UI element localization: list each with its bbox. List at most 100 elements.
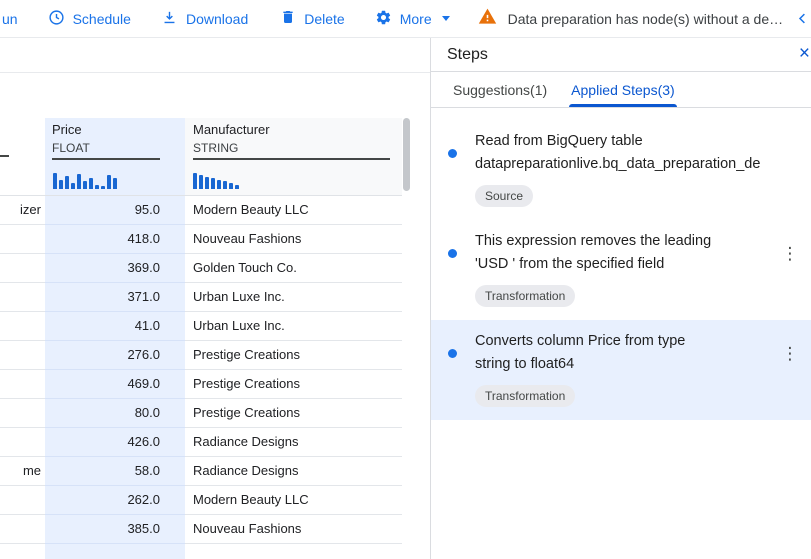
close-icon[interactable]: × xyxy=(799,43,810,65)
table-cell-price[interactable]: 426.0 xyxy=(45,428,185,457)
header-underline xyxy=(0,155,9,157)
price-header-text: Price FLOAT xyxy=(52,122,160,160)
column-type: STRING xyxy=(193,141,390,155)
table-cell-fragment[interactable] xyxy=(0,486,45,515)
step-item[interactable]: Converts column Price from type string t… xyxy=(431,320,811,420)
column-name: Manufacturer xyxy=(193,122,390,138)
warning-banner: Data preparation has node(s) without a d… xyxy=(478,7,795,31)
step-node-icon xyxy=(448,349,457,358)
trash-icon xyxy=(280,9,296,28)
table-cell-fragment[interactable]: izer xyxy=(0,196,45,225)
download-icon xyxy=(161,9,178,29)
table-cell-price[interactable]: 41.0 xyxy=(45,312,185,341)
table-cell-fragment[interactable] xyxy=(0,515,45,544)
table-cell-fragment[interactable]: me xyxy=(0,457,45,486)
data-preview-table: izer me Price FLOAT 95.0418.0369.0371.041… xyxy=(0,118,430,559)
table-cell-fragment[interactable] xyxy=(0,428,45,457)
manufacturer-column-cells: Modern Beauty LLCNouveau FashionsGolden … xyxy=(185,196,402,544)
table-cell-manufacturer[interactable]: Modern Beauty LLC xyxy=(185,196,402,225)
download-button-label: Download xyxy=(186,11,248,27)
table-cell-price[interactable]: 385.0 xyxy=(45,515,185,544)
table-cell-price[interactable]: 80.0 xyxy=(45,399,185,428)
table-column-manufacturer: Manufacturer STRING Modern Beauty LLCNou… xyxy=(185,118,402,559)
step-description-line1: Read from BigQuery table xyxy=(475,130,767,153)
schedule-button[interactable]: Schedule xyxy=(48,9,131,29)
histogram-bar xyxy=(71,183,75,189)
table-cell-fragment[interactable] xyxy=(0,225,45,254)
histogram-bar xyxy=(113,178,117,189)
table-cell-manufacturer[interactable]: Golden Touch Co. xyxy=(185,254,402,283)
manufacturer-histogram xyxy=(193,171,239,189)
steps-list: Read from BigQuery table datapreparation… xyxy=(431,108,811,420)
table-cell-fragment[interactable] xyxy=(0,312,45,341)
table-cell-fragment[interactable] xyxy=(0,370,45,399)
histogram-bar xyxy=(65,176,69,189)
step-description-line1: Converts column Price from type xyxy=(475,330,767,353)
partial-column-header xyxy=(0,118,45,196)
histogram-bar xyxy=(89,178,93,189)
vertical-scrollbar[interactable] xyxy=(403,118,410,191)
partial-column-cells: izer me xyxy=(0,196,45,544)
step-item[interactable]: This expression removes the leading 'USD… xyxy=(431,220,811,320)
download-button[interactable]: Download xyxy=(161,9,248,29)
run-button[interactable]: un xyxy=(2,11,18,27)
run-button-label: un xyxy=(2,11,18,27)
manufacturer-column-header[interactable]: Manufacturer STRING xyxy=(185,118,402,196)
more-options-icon[interactable]: ⋮ xyxy=(777,241,803,267)
table-cell-manufacturer[interactable]: Prestige Creations xyxy=(185,399,402,428)
tab-applied-steps[interactable]: Applied Steps(3) xyxy=(559,72,687,107)
table-cell-manufacturer[interactable]: Modern Beauty LLC xyxy=(185,486,402,515)
table-cell-manufacturer[interactable]: Urban Luxe Inc. xyxy=(185,312,402,341)
bigquery-data-preparation-window: un Schedule Download Delete More xyxy=(0,0,811,559)
table-cell-price[interactable]: 95.0 xyxy=(45,196,185,225)
column-type: FLOAT xyxy=(52,141,160,155)
table-cell-manufacturer[interactable]: Radiance Designs xyxy=(185,457,402,486)
table-cell-price[interactable]: 469.0 xyxy=(45,370,185,399)
divider xyxy=(0,72,430,73)
chevron-left-icon[interactable] xyxy=(795,11,810,26)
warning-message: Data preparation has node(s) without a d… xyxy=(508,11,784,27)
clock-icon xyxy=(48,9,65,29)
table-cell-price[interactable]: 371.0 xyxy=(45,283,185,312)
histogram-bar xyxy=(59,180,63,189)
table-cell-fragment[interactable] xyxy=(0,254,45,283)
table-cell-price[interactable]: 418.0 xyxy=(45,225,185,254)
table-cell-fragment[interactable] xyxy=(0,283,45,312)
table-cell-price[interactable]: 369.0 xyxy=(45,254,185,283)
histogram-bar xyxy=(193,173,197,189)
tab-suggestions[interactable]: Suggestions(1) xyxy=(441,72,559,107)
manufacturer-header-text: Manufacturer STRING xyxy=(193,122,390,160)
gear-icon xyxy=(375,9,392,29)
table-cell-manufacturer[interactable]: Urban Luxe Inc. xyxy=(185,283,402,312)
price-column-header[interactable]: Price FLOAT xyxy=(45,118,185,196)
table-cell-fragment[interactable] xyxy=(0,341,45,370)
table-cell-fragment[interactable] xyxy=(0,399,45,428)
histogram-bar xyxy=(77,174,81,189)
histogram-bar xyxy=(101,186,105,189)
price-histogram xyxy=(53,171,117,189)
table-column-partial: izer me xyxy=(0,118,45,559)
table-cell-manufacturer[interactable]: Nouveau Fashions xyxy=(185,225,402,254)
table-cell-manufacturer[interactable]: Nouveau Fashions xyxy=(185,515,402,544)
table-cell-manufacturer[interactable]: Prestige Creations xyxy=(185,370,402,399)
histogram-bar xyxy=(107,175,111,189)
table-cell-price[interactable]: 58.0 xyxy=(45,457,185,486)
step-type-badge: Transformation xyxy=(475,285,575,307)
more-button[interactable]: More xyxy=(375,9,450,29)
more-options-icon[interactable]: ⋮ xyxy=(777,341,803,367)
steps-panel-title: Steps xyxy=(447,46,488,64)
table-cell-manufacturer[interactable]: Radiance Designs xyxy=(185,428,402,457)
step-item[interactable]: Read from BigQuery table datapreparation… xyxy=(431,120,811,220)
histogram-bar xyxy=(53,173,57,189)
schedule-button-label: Schedule xyxy=(73,11,131,27)
table-cell-manufacturer[interactable]: Prestige Creations xyxy=(185,341,402,370)
step-description-line2: datapreparationlive.bq_data_preparation_… xyxy=(475,153,767,176)
table-cell-price[interactable]: 276.0 xyxy=(45,341,185,370)
delete-button[interactable]: Delete xyxy=(280,9,344,28)
table-column-price: Price FLOAT 95.0418.0369.0371.041.0276.0… xyxy=(45,118,185,559)
table-cell-price[interactable]: 262.0 xyxy=(45,486,185,515)
steps-panel: Steps × Suggestions(1) Applied Steps(3) … xyxy=(430,38,811,559)
step-description-line1: This expression removes the leading xyxy=(475,230,767,253)
histogram-bar xyxy=(217,180,221,189)
histogram-bar xyxy=(83,181,87,189)
